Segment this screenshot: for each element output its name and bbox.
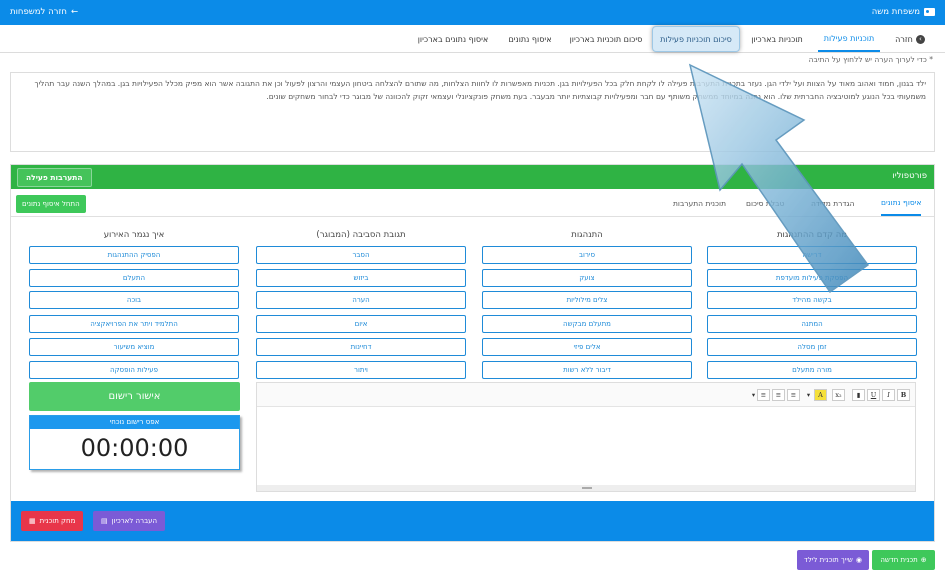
italic-icon[interactable]: I [882,389,895,401]
back-to-families-link[interactable]: חזרה למשפחות ← [10,7,78,17]
archive-icon: ▤ [101,517,108,525]
start-data-collection-button[interactable]: התחל איסוף נתונים [16,195,86,213]
option-outcome-3[interactable]: בוכה [29,291,239,309]
option-outcome-1[interactable]: הפסיק ההתנהגות [29,246,239,264]
option-antecedent-5[interactable]: זמן מסלה [707,338,917,356]
bold-icon[interactable]: B [897,389,910,401]
option-behavior-5[interactable]: אלים פיזי [482,338,692,356]
unordered-list-icon[interactable]: ≡ [787,389,800,401]
option-behavior-3[interactable]: צלים מילוליות [482,291,692,309]
plus-circle-icon: ⊕ [920,556,927,564]
option-response-1[interactable]: הסבר [256,246,466,264]
option-antecedent-4[interactable]: המתנה [707,315,917,333]
reset-timer-button[interactable]: אפס רישום נוכחי [30,416,239,429]
family-name: משפחת משה [871,7,920,17]
option-response-3[interactable]: הערה [256,291,466,309]
tab-active-plans[interactable]: תוכניות פעילות [818,27,880,52]
subtab-summary-table[interactable]: טבלת סיכום [746,191,784,216]
option-behavior-6[interactable]: דיבור ללא רשות [482,361,692,379]
new-plan-label: תכנית חדשה [880,556,918,564]
option-response-2[interactable]: ביזוש [256,269,466,287]
col-header-outcome: איך נגמר האירוע [103,230,165,240]
color-caret-icon[interactable]: ▾ [802,389,815,401]
id-card-icon [924,8,935,16]
circle-arrow-icon: ‹ [915,35,925,44]
new-plan-button[interactable]: תכנית חדשה ⊕ [872,550,935,570]
delete-plan-button[interactable]: ▦ מחק תוכנית [21,511,84,531]
resize-grip-icon[interactable] [582,487,592,489]
description-textbox[interactable]: ילד בגנון, חמוד ואהוב מאוד על הצוות ועל … [10,72,935,152]
family-title: משפחת משה [872,7,935,17]
option-antecedent-3[interactable]: בקשה מהילד [707,291,917,309]
option-behavior-1[interactable]: סירוב [482,246,692,264]
timer-display: 00:00:00 [80,434,189,462]
arrow-left-icon: ← [70,7,79,17]
col-header-behavior: התנהגות [571,230,603,240]
subtab-data-collection[interactable]: איסוף נתונים [881,191,922,216]
move-to-archive-button[interactable]: ▤ העברה לארכיון [93,511,166,531]
confirm-record-button[interactable]: אישור רישום [29,382,240,411]
portfolio-subtabs: איסוף נתונים הגדרת מדידה טבלת סיכום תוכנ… [11,191,934,217]
option-outcome-2[interactable]: התעלם [29,269,239,287]
back-button-label: חזרה [895,35,913,44]
option-antecedent-1[interactable]: דרישה [707,246,917,264]
tab-archived-plans[interactable]: תוכניות בארכיון [743,27,811,52]
option-outcome-6[interactable]: פעילות הופסקה [29,361,239,379]
tab-active-summary[interactable]: סיכום תוכניות פעילות [652,26,740,52]
subtab-intervention-plan[interactable]: תוכנית התערבות [673,191,726,216]
main-nav: חזרה ‹ תוכניות פעילות תוכניות בארכיון סי… [0,26,945,53]
edit-note: * כדי לערוך הערה יש ללחוץ על התיבה [808,55,933,64]
option-outcome-5[interactable]: מוציא משיעור [29,338,239,356]
delete-plan-label: מחק תוכנית [39,517,76,525]
option-response-5[interactable]: דחיינות [256,338,466,356]
back-button[interactable]: חזרה ‹ [890,27,930,52]
editor-resize-bar[interactable] [257,485,915,491]
underline-icon[interactable]: U [867,389,880,401]
trash-icon: ▦ [29,517,36,525]
active-intervention-button[interactable]: התערבות פעילה [17,168,92,187]
subscript-icon[interactable]: x₂ [832,389,845,401]
notes-editor[interactable]: B I U ▮ x₂ A ▾ ≡ ≡ ≡ ▾ [256,382,916,492]
portfolio-header: פורטפוליו התערבות פעילה [11,165,934,189]
highlight-icon[interactable]: A [814,389,827,401]
tab-data-archive[interactable]: איסוף נתונים בארכיון [410,27,496,52]
tab-data-collection[interactable]: איסוף נתונים [500,27,560,52]
eye-icon: ◉ [855,556,862,564]
option-response-6[interactable]: ויתור [256,361,466,379]
option-behavior-2[interactable]: צועק [482,269,692,287]
portfolio-panel: פורטפוליו התערבות פעילה איסוף נתונים הגד… [10,164,935,542]
archive-label: העברה לארכיון [111,517,158,525]
option-outcome-4[interactable]: התלמיד ויתר את הפרויאקציה [29,315,239,333]
option-antecedent-6[interactable]: מורה מתעלם [707,361,917,379]
tab-archive-summary[interactable]: סיכום תוכניות בארכיון [563,27,649,52]
align-caret-icon[interactable]: ▾ [747,389,760,401]
back-label: חזרה למשפחות [10,7,67,17]
ordered-list-icon[interactable]: ≡ [772,389,785,401]
panel-footer: ▦ מחק תוכנית ▤ העברה לארכיון [11,501,934,541]
assign-plan-label: שייך תוכנית לילד [804,556,853,564]
assign-plan-button[interactable]: שייך תוכנית לילד ◉ [797,550,869,570]
subtab-measurement[interactable]: הגדרת מדידה [811,191,855,216]
portfolio-title: פורטפוליו [892,171,927,181]
timer-box: אפס רישום נוכחי 00:00:00 [29,415,240,470]
editor-toolbar: B I U ▮ x₂ A ▾ ≡ ≡ ≡ ▾ [257,383,915,407]
top-bar: משפחת משה חזרה למשפחות ← [0,0,945,25]
col-header-antecedent: מה קדם ההתנהגות [776,230,848,240]
option-behavior-4[interactable]: מתעלם מבקשה [482,315,692,333]
option-antecedent-2[interactable]: הפסקת פעילות מועדפת [707,269,917,287]
col-header-response: תגובת הסביבה (המבוגר) [316,230,406,240]
eraser-icon[interactable]: ▮ [852,389,865,401]
option-response-4[interactable]: איום [256,315,466,333]
